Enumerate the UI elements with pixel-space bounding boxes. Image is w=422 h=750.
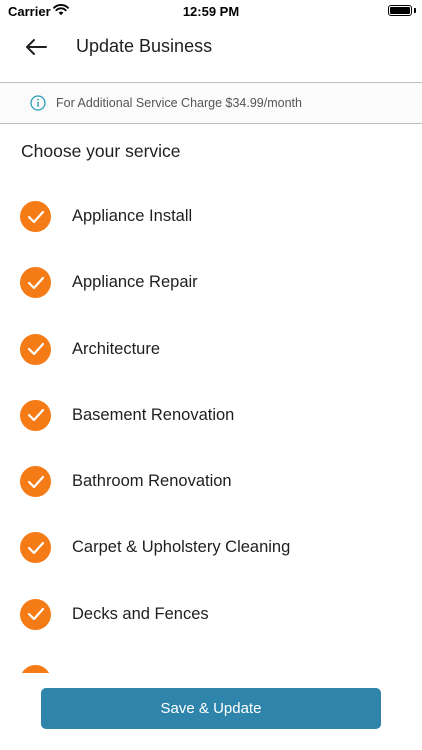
checkmark-icon — [20, 399, 51, 431]
checkmark-icon — [20, 466, 51, 498]
service-label: Bathroom Renovation — [72, 472, 232, 491]
service-label: Appliance Repair — [72, 273, 198, 292]
nav-bar: Update Business — [0, 24, 422, 82]
service-label: Carpet & Upholstery Cleaning — [72, 538, 291, 557]
service-item-basement-renovation[interactable]: Basement Renovation — [0, 383, 422, 449]
section-title: Choose your service — [21, 141, 181, 161]
save-update-button[interactable]: Save & Update — [41, 688, 381, 729]
service-list: Appliance Install Appliance Repair Archi… — [0, 184, 422, 673]
battery-icon — [388, 5, 412, 16]
service-item-carpet-upholstery-cleaning[interactable]: Carpet & Upholstery Cleaning — [0, 515, 422, 581]
service-label: Architecture — [72, 339, 161, 358]
checkmark-icon — [20, 333, 51, 365]
info-icon — [30, 95, 46, 111]
service-item-architecture[interactable]: Architecture — [0, 317, 422, 383]
checkmark-icon — [20, 665, 51, 673]
service-item-appliance-install[interactable]: Appliance Install — [0, 184, 422, 250]
checkmark-icon — [20, 267, 51, 299]
arrow-left-icon — [26, 39, 47, 55]
service-charge-notice: For Additional Service Charge $34.99/mon… — [0, 82, 422, 124]
status-bar: Carrier 12:59 PM — [0, 0, 422, 24]
checkmark-icon — [20, 598, 51, 630]
back-button[interactable] — [18, 32, 54, 62]
service-label: Decks and Fences — [72, 604, 209, 623]
status-time: 12:59 PM — [182, 4, 240, 19]
notice-text: For Additional Service Charge $34.99/mon… — [56, 96, 302, 110]
service-item-decks-and-fences[interactable]: Decks and Fences — [0, 582, 422, 648]
service-item-appliance-repair[interactable]: Appliance Repair — [0, 250, 422, 316]
service-label: Basement Renovation — [72, 405, 235, 424]
service-item-partial[interactable] — [0, 648, 422, 673]
page-title: Update Business — [76, 36, 213, 56]
checkmark-icon — [20, 532, 51, 564]
checkmark-icon — [20, 201, 51, 232]
service-label: Appliance Install — [72, 207, 193, 225]
service-item-bathroom-renovation[interactable]: Bathroom Renovation — [0, 449, 422, 515]
battery-tip — [414, 8, 416, 13]
